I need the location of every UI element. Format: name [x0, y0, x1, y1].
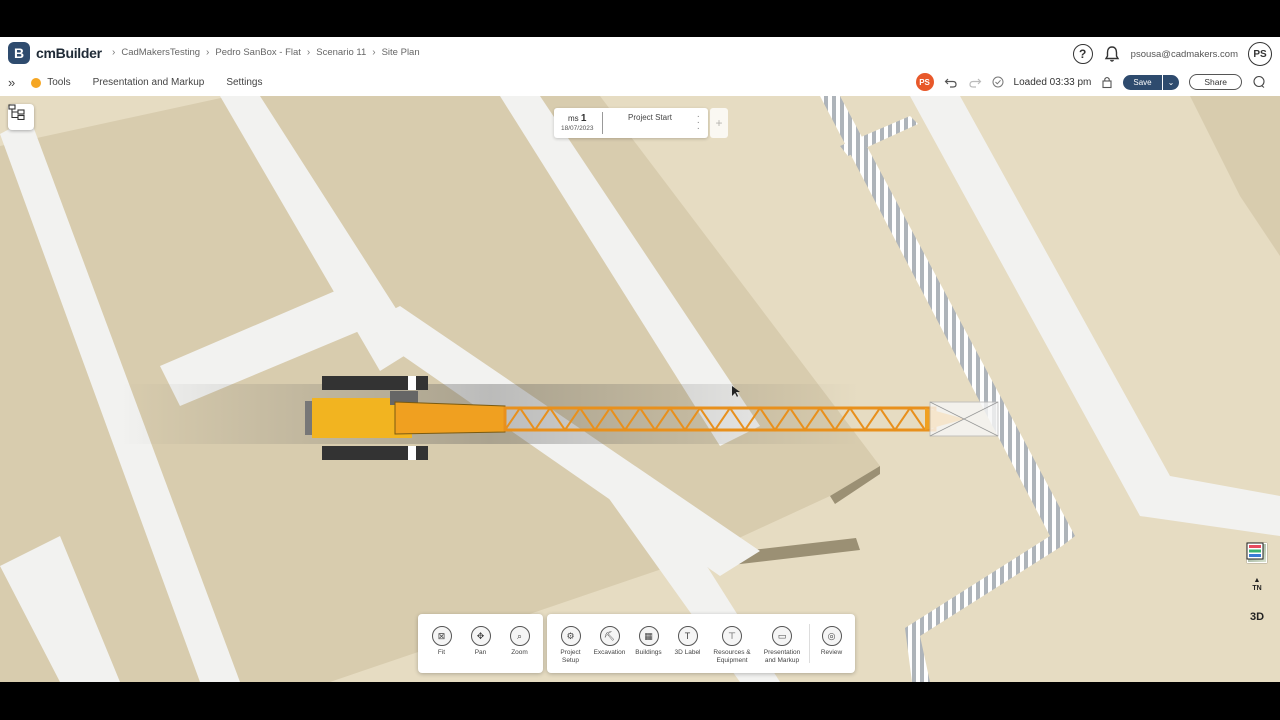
presentation-icon: ▭ — [772, 626, 792, 646]
toolbar-menu: » Tools Presentation and Markup Settings — [8, 75, 274, 90]
pan-label: Pan — [474, 649, 487, 656]
view-controls-dock: ⊠ Fit ✥ Pan ⌕ Zoom — [418, 614, 543, 673]
presentation-menu-label: Presentation and Markup — [92, 77, 205, 88]
main-tools-dock: ⚙ Project Setup ⛏ Excavation ▦ Buildings… — [547, 614, 855, 673]
dock-divider — [809, 624, 810, 663]
review-label: Review — [820, 649, 843, 656]
chevron-right-icon: › — [372, 47, 376, 58]
more-vertical-icon[interactable]: · · · — [697, 112, 700, 134]
buildings-button[interactable]: ▦ Buildings — [629, 614, 668, 673]
comment-icon[interactable] — [1252, 75, 1266, 89]
breadcrumb-item-scenario[interactable]: Scenario 11 — [316, 47, 366, 58]
logo[interactable]: B cmBuilder — [8, 42, 102, 64]
track-marker — [408, 376, 416, 390]
breadcrumb: › CadMakersTesting › Pedro SanBox - Flat… — [112, 47, 420, 58]
toolbar-actions: PS Loaded 03:33 pm Save ⌄ Share — [915, 73, 1266, 91]
undo-icon[interactable] — [944, 75, 958, 89]
review-button[interactable]: ◎ Review — [812, 614, 851, 673]
buildings-icon: ▦ — [638, 626, 659, 646]
milestone-timeline[interactable]: ms 1 18/07/2023 Project Start · · · — [554, 108, 708, 138]
zoom-button[interactable]: ⌕ Zoom — [500, 614, 539, 673]
buildings-label: Buildings — [635, 649, 662, 656]
resources-equipment-label: Resources & Equipment — [713, 649, 751, 664]
milestone-prefix: ms — [568, 114, 579, 123]
expand-sidebar-icon[interactable]: » — [8, 75, 15, 90]
zoom-icon: ⌕ — [509, 626, 530, 646]
site-plan-canvas[interactable] — [0, 96, 1280, 682]
excavation-button[interactable]: ⛏ Excavation — [590, 614, 629, 673]
fit-icon: ⊠ — [431, 626, 452, 646]
fit-button[interactable]: ⊠ Fit — [422, 614, 461, 673]
zoom-label: Zoom — [511, 649, 528, 656]
presentation-menu[interactable]: Presentation and Markup — [93, 77, 205, 88]
header-bar: B cmBuilder › CadMakersTesting › Pedro S… — [0, 37, 1280, 70]
save-button-group: Save ⌄ — [1123, 74, 1180, 90]
review-icon: ◎ — [821, 626, 842, 646]
chevron-down-icon[interactable]: ⌄ — [1161, 74, 1180, 90]
logo-text: cmBuilder — [36, 45, 102, 61]
crane-icon: ⊤ — [722, 626, 742, 646]
presentation-markup-label: Presentation and Markup — [763, 649, 801, 664]
chevron-right-icon: › — [306, 47, 311, 58]
project-setup-button[interactable]: ⚙ Project Setup — [551, 614, 590, 673]
warning-icon — [31, 77, 42, 88]
project-setup-icon: ⚙ — [560, 626, 581, 646]
chevron-right-icon: › — [112, 47, 116, 58]
breadcrumb-item-company[interactable]: CadMakersTesting — [121, 47, 200, 58]
header-actions: ? psousa@cadmakers.com PS — [1072, 42, 1272, 66]
lock-icon[interactable] — [1101, 75, 1113, 89]
label-3d-icon: T — [677, 626, 698, 646]
timeline-divider — [602, 112, 603, 134]
pan-icon: ✥ — [470, 626, 491, 646]
save-button[interactable]: Save — [1123, 74, 1162, 90]
check-circle-icon — [992, 76, 1004, 88]
resources-equipment-button[interactable]: ⊤ Resources & Equipment — [707, 614, 757, 673]
tools-menu-label: Tools — [47, 77, 71, 88]
view-tools: ▲ TN 3D — [1246, 542, 1268, 660]
settings-menu-label: Settings — [226, 77, 263, 88]
project-setup-label: Project Setup — [560, 649, 581, 664]
tree-structure-icon — [8, 104, 25, 120]
presentation-markup-button[interactable]: ▭ Presentation and Markup — [757, 614, 807, 673]
milestone-date: 18/07/2023 — [561, 125, 594, 132]
toolbar: » Tools Presentation and Markup Settings… — [0, 69, 1280, 97]
help-icon[interactable]: ? — [1072, 44, 1093, 64]
breadcrumb-item-project[interactable]: Pedro SanBox - Flat — [215, 47, 301, 58]
color-legend-icon — [1246, 542, 1264, 560]
tools-menu[interactable]: Tools — [31, 77, 71, 88]
track-marker — [408, 446, 416, 460]
collaborator-avatar[interactable]: PS — [915, 73, 934, 91]
north-arrow-icon: ▲ — [1253, 577, 1261, 584]
crane-boom-base — [394, 401, 506, 435]
legend-button[interactable] — [1246, 542, 1268, 660]
site-plan-viewport[interactable]: ms 1 18/07/2023 Project Start · · · + ▲ TN… — [0, 96, 1280, 682]
chevron-right-icon: › — [206, 47, 210, 58]
settings-menu[interactable]: Settings — [226, 77, 262, 88]
pan-button[interactable]: ✥ Pan — [461, 614, 500, 673]
logo-icon: B — [8, 42, 30, 64]
breadcrumb-item-view[interactable]: Site Plan — [382, 47, 420, 58]
north-label: TN — [1252, 585, 1262, 592]
user-email: psousa@cadmakers.com — [1130, 48, 1238, 60]
bell-icon[interactable] — [1103, 45, 1121, 63]
north-arrow-button[interactable]: ▲ TN — [1246, 574, 1268, 596]
user-avatar[interactable]: PS — [1248, 42, 1272, 66]
app-window: B cmBuilder › CadMakersTesting › Pedro S… — [0, 37, 1280, 682]
fit-label: Fit — [437, 649, 446, 656]
label-3d-label: 3D Label — [674, 649, 701, 656]
redo-icon[interactable] — [968, 75, 982, 89]
milestone-index: 1 — [580, 113, 587, 124]
excavation-icon: ⛏ — [599, 626, 620, 646]
label-3d-button[interactable]: T 3D Label — [668, 614, 707, 673]
milestone-label: Project Start — [628, 113, 673, 122]
layers-tree-button[interactable] — [8, 104, 34, 130]
excavation-label: Excavation — [593, 649, 626, 656]
share-button[interactable]: Share — [1189, 74, 1242, 90]
milestone-number: ms 1 — [568, 113, 586, 124]
add-milestone-button[interactable]: + — [710, 108, 728, 138]
loaded-status: Loaded 03:33 pm — [1013, 76, 1092, 88]
view-3d-button[interactable]: 3D — [1246, 606, 1268, 628]
